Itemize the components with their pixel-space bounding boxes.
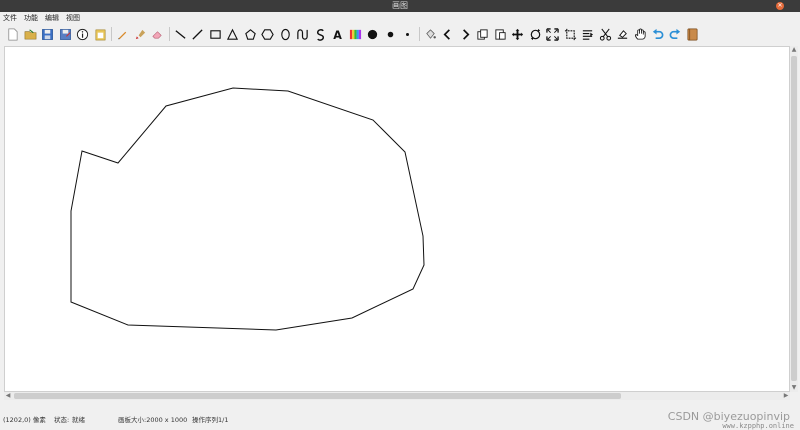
status-coords: (1202,0) 像素 <box>3 416 46 424</box>
scroll-up-icon[interactable]: ▲ <box>790 46 798 54</box>
toolbar-separator <box>111 27 112 41</box>
pentagon-icon[interactable] <box>242 26 259 43</box>
large-dot-icon[interactable] <box>364 26 381 43</box>
canvas-drawing <box>70 87 425 331</box>
scroll-right-icon[interactable]: ▶ <box>782 392 790 400</box>
title-bar: 画图 ✕ <box>0 0 800 12</box>
menu-bar: 文件 功能 编辑 视图 <box>0 12 800 24</box>
status-state-label: 状态: <box>54 416 70 424</box>
fill-bucket-icon[interactable] <box>422 26 439 43</box>
brush-icon[interactable] <box>132 26 149 43</box>
medium-dot-icon[interactable] <box>382 26 399 43</box>
menu-view[interactable]: 视图 <box>66 12 80 24</box>
window-title: 画图 <box>392 1 408 10</box>
vertical-scrollbar[interactable]: ▲ ▼ <box>790 46 798 392</box>
horizontal-scrollbar[interactable]: ◀ ▶ <box>4 392 790 400</box>
drawing-canvas[interactable] <box>4 46 790 392</box>
save-as-icon[interactable] <box>57 26 74 43</box>
chevron-left-icon[interactable] <box>439 26 456 43</box>
toolbar-separator <box>168 27 170 41</box>
paste-layer-icon[interactable] <box>492 26 509 43</box>
ellipse-icon[interactable] <box>277 26 294 43</box>
rectangle-icon[interactable] <box>207 26 224 43</box>
align-icon[interactable] <box>579 26 596 43</box>
save-icon[interactable] <box>39 26 56 43</box>
color-palette-icon[interactable] <box>347 26 364 43</box>
move-icon[interactable] <box>509 26 526 43</box>
s-curve-icon[interactable] <box>312 26 329 43</box>
text-icon[interactable]: A <box>329 26 346 43</box>
pen-icon[interactable] <box>114 26 131 43</box>
cut-icon[interactable] <box>597 26 614 43</box>
scroll-down-icon[interactable]: ▼ <box>790 384 798 392</box>
new-file-icon[interactable] <box>4 26 21 43</box>
status-canvas-size: 画板大小:2000 x 1000 <box>118 416 188 424</box>
status-op-sequence: 操作序列1/1 <box>192 416 229 424</box>
pan-hand-icon[interactable] <box>632 26 649 43</box>
menu-function[interactable]: 功能 <box>24 12 38 24</box>
undo-icon[interactable] <box>649 26 666 43</box>
erase-area-icon[interactable] <box>614 26 631 43</box>
vertical-scroll-thumb[interactable] <box>791 56 797 381</box>
palette-book-icon[interactable] <box>684 26 701 43</box>
menu-file[interactable]: 文件 <box>3 12 17 24</box>
menu-edit[interactable]: 编辑 <box>45 12 59 24</box>
open-file-icon[interactable] <box>22 26 39 43</box>
rotate-icon[interactable] <box>527 26 544 43</box>
info-icon[interactable] <box>74 26 91 43</box>
line-icon[interactable] <box>172 26 189 43</box>
scale-icon[interactable] <box>544 26 561 43</box>
curve-icon[interactable] <box>294 26 311 43</box>
crop-icon[interactable] <box>562 26 579 43</box>
diagonal-line-icon[interactable] <box>189 26 206 43</box>
svg-text:A: A <box>333 29 342 41</box>
polygon-icon[interactable] <box>259 26 276 43</box>
paint-app-window: 画图 ✕ 文件 功能 编辑 视图 A ▲ ▼ ◀ ▶ (1202,0) 像素 状… <box>0 0 800 430</box>
horizontal-scroll-thumb[interactable] <box>14 393 621 399</box>
toolbar-separator <box>418 27 420 41</box>
copy-icon[interactable] <box>474 26 491 43</box>
close-icon[interactable]: ✕ <box>776 2 784 10</box>
triangle-icon[interactable] <box>224 26 241 43</box>
paste-icon[interactable] <box>92 26 109 43</box>
watermark-subtext: www.kzpphp.online <box>722 422 794 430</box>
small-dot-icon[interactable] <box>399 26 416 43</box>
drawn-polygon <box>70 87 425 331</box>
status-state-value: 就绪 <box>72 416 85 424</box>
scroll-left-icon[interactable]: ◀ <box>4 392 12 400</box>
eraser-icon[interactable] <box>149 26 166 43</box>
chevron-right-icon[interactable] <box>457 26 474 43</box>
redo-icon[interactable] <box>667 26 684 43</box>
toolbar: A <box>0 24 800 44</box>
